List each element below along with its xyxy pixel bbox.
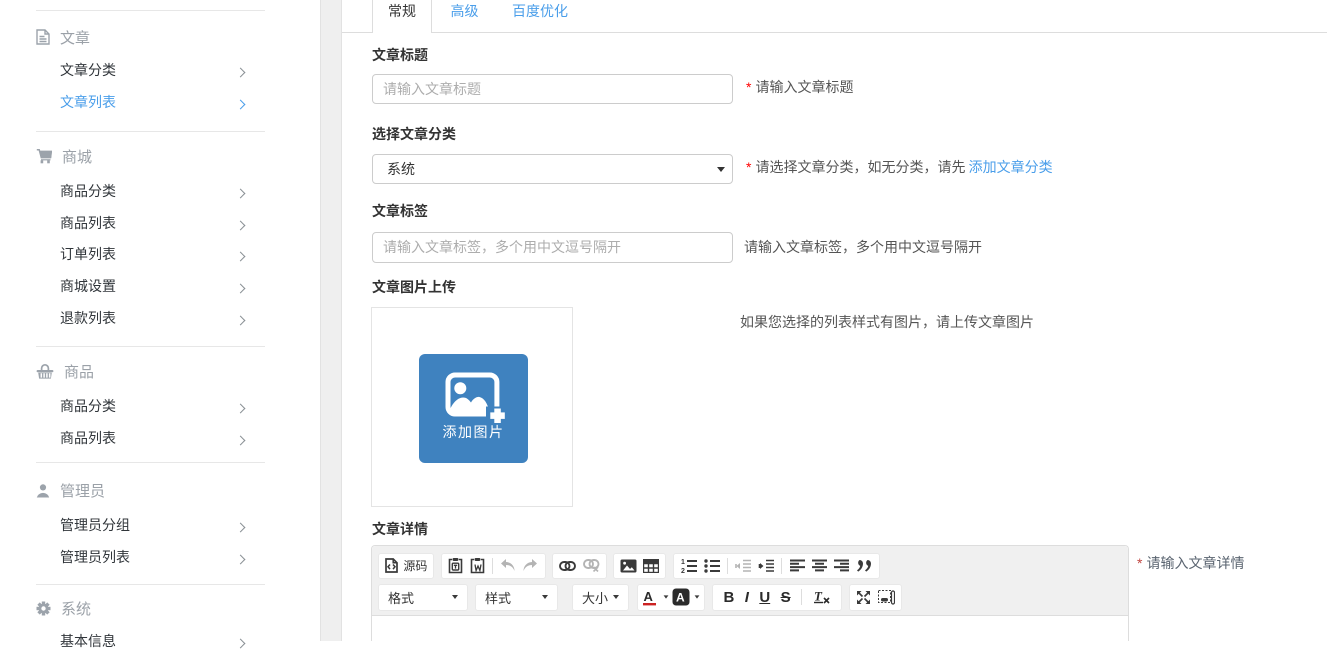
svg-text:1: 1 bbox=[681, 559, 685, 566]
svg-text:A: A bbox=[643, 589, 653, 604]
svg-text:T: T bbox=[814, 589, 823, 604]
svg-text:A: A bbox=[676, 591, 685, 605]
svg-text:2: 2 bbox=[681, 568, 685, 573]
